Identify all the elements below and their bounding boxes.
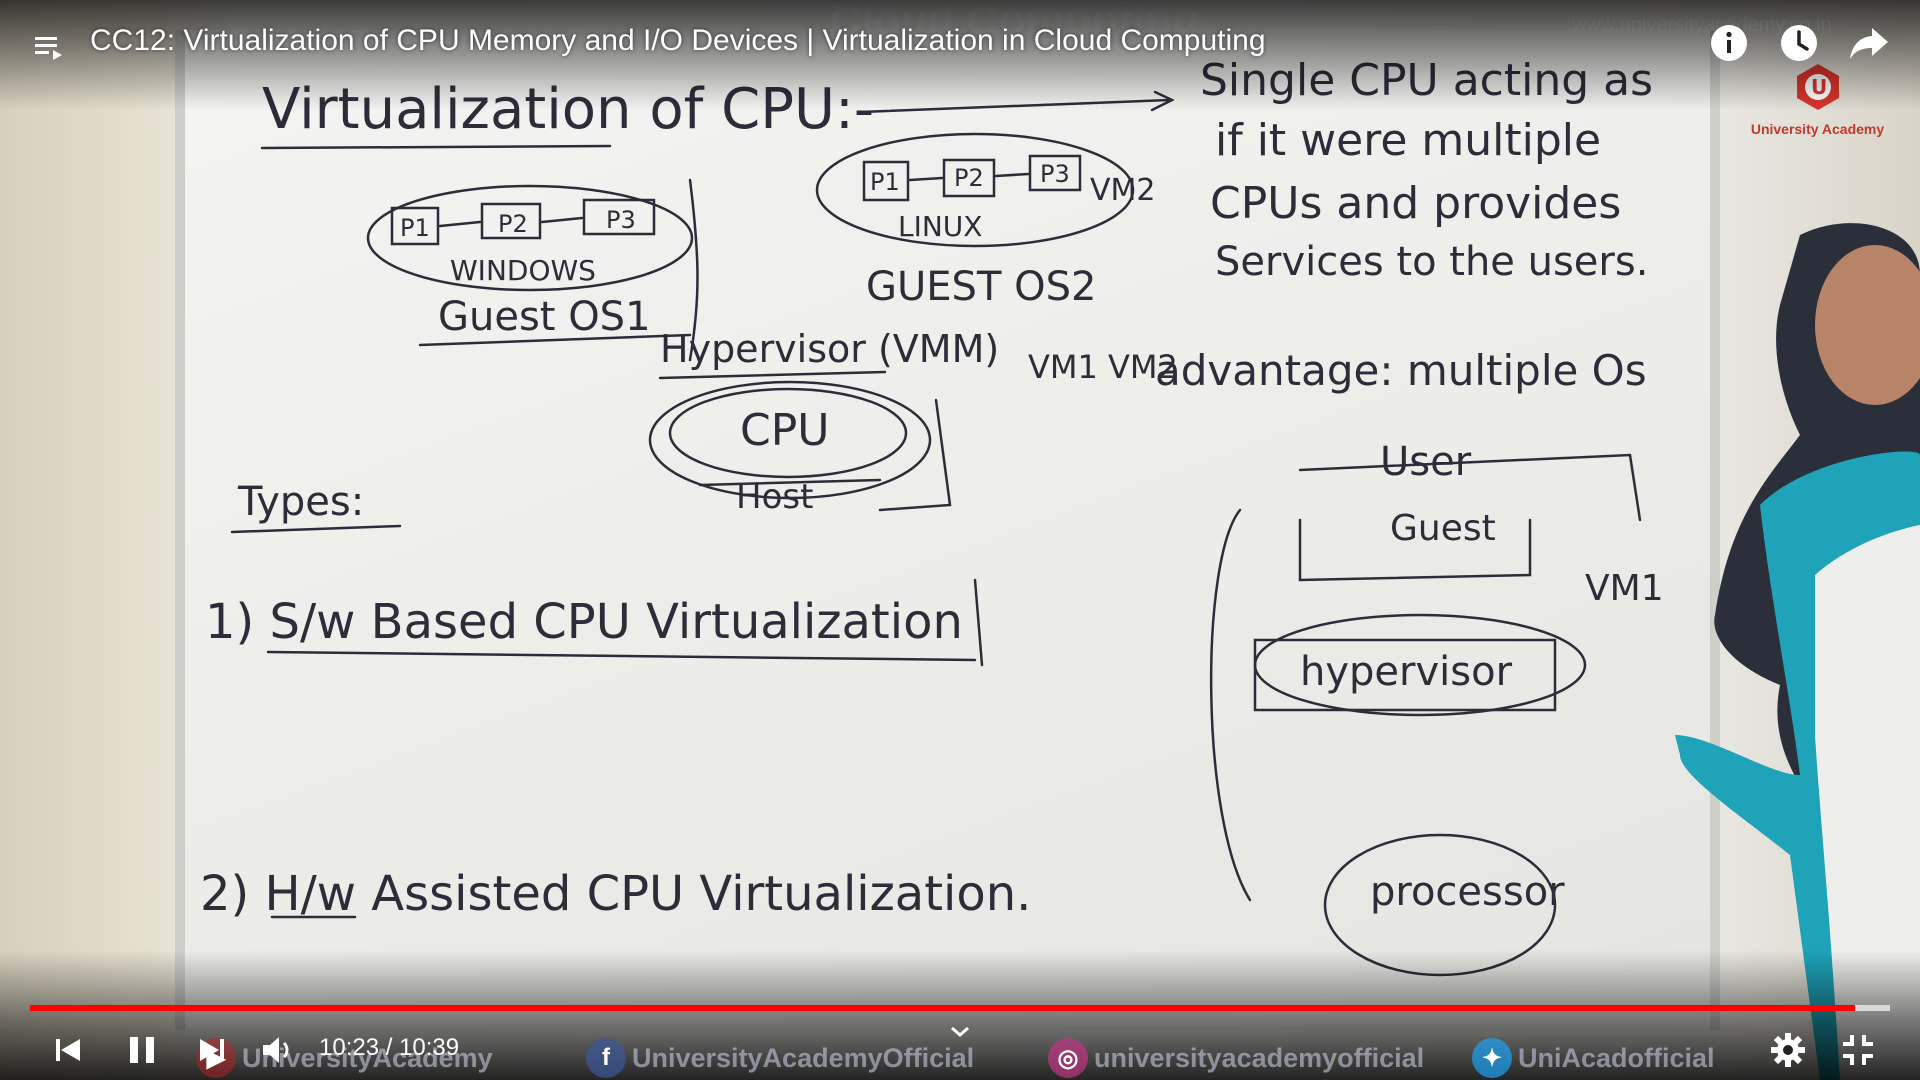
definition-arrow (858, 98, 1172, 114)
right-diagram-user: User (1380, 439, 1472, 485)
channel-logo: U University Academy (1730, 62, 1905, 152)
definition-line-3: CPUs and provides (1210, 178, 1621, 229)
settings-icon[interactable] (1768, 1030, 1808, 1070)
volume-icon[interactable] (258, 1030, 298, 1070)
control-bar: 10:23 / 10:39 (0, 1020, 1920, 1080)
guest-os1-label: Guest OS1 (438, 294, 651, 340)
guest-os2-name: LINUX (898, 210, 982, 243)
top-right-actions (1708, 22, 1890, 64)
os2-process-1: P1 (870, 168, 900, 196)
progress-played (30, 1005, 1855, 1011)
right-diagram-hypervisor: hypervisor (1300, 649, 1513, 695)
previous-icon[interactable] (48, 1030, 88, 1070)
advantage-text: advantage: multiple Os (1155, 346, 1647, 395)
types-heading: Types: (237, 479, 364, 525)
presenter (1675, 223, 1920, 1080)
cpu-label: CPU (740, 405, 829, 456)
channel-logo-letter: U (1811, 75, 1827, 99)
hypervisor-label: Hypervisor (VMM) (660, 327, 999, 371)
hypervisor-underline (658, 370, 887, 380)
guest-os1-name: WINDOWS (450, 254, 596, 287)
guest-os2-label: GUEST OS2 (866, 264, 1096, 310)
time-display: 10:23 / 10:39 (319, 1034, 460, 1061)
share-icon[interactable] (1848, 22, 1890, 64)
exit-fullscreen-icon[interactable] (1838, 1030, 1878, 1070)
pause-icon[interactable] (122, 1030, 162, 1070)
os2-process-2: P2 (954, 164, 984, 192)
video-frame[interactable]: Virtualization of CPU:- Single CPU actin… (0, 0, 1920, 1080)
playlist-icon[interactable] (34, 30, 68, 64)
right-diagram-guest: Guest (1390, 508, 1496, 549)
type-2: 2) H/w Assisted CPU Virtualization. (200, 866, 1031, 922)
vm2-tag: VM2 (1090, 173, 1156, 208)
os2-process-3: P3 (1040, 160, 1070, 188)
os1-process-2: P2 (498, 210, 528, 238)
video-player[interactable]: Virtualization of CPU:- Single CPU actin… (0, 0, 1920, 1080)
channel-logo-text: University Academy (1750, 121, 1885, 137)
board-heading: Virtualization of CPU:- (262, 77, 874, 142)
definition-line-2: if it were multiple (1215, 115, 1601, 166)
right-diagram-processor: processor (1370, 869, 1565, 915)
info-icon[interactable] (1708, 22, 1750, 64)
type-1: 1) S/w Based CPU Virtualization (205, 594, 963, 650)
watch-later-icon[interactable] (1778, 22, 1820, 64)
definition-line-4: Services to the users. (1215, 239, 1648, 285)
channel-logo-hexagon: U (1796, 64, 1839, 110)
next-icon[interactable] (192, 1030, 232, 1070)
progress-bar[interactable] (30, 1005, 1890, 1011)
video-title[interactable]: CC12: Virtualization of CPU Memory and I… (90, 24, 1266, 58)
os1-process-1: P1 (400, 214, 430, 242)
definition-line-1: Single CPU acting as (1200, 55, 1653, 106)
types-underline (230, 524, 402, 534)
chevron-down-icon[interactable] (948, 1022, 972, 1042)
os1-process-3: P3 (606, 206, 636, 234)
heading-underline (260, 144, 612, 150)
